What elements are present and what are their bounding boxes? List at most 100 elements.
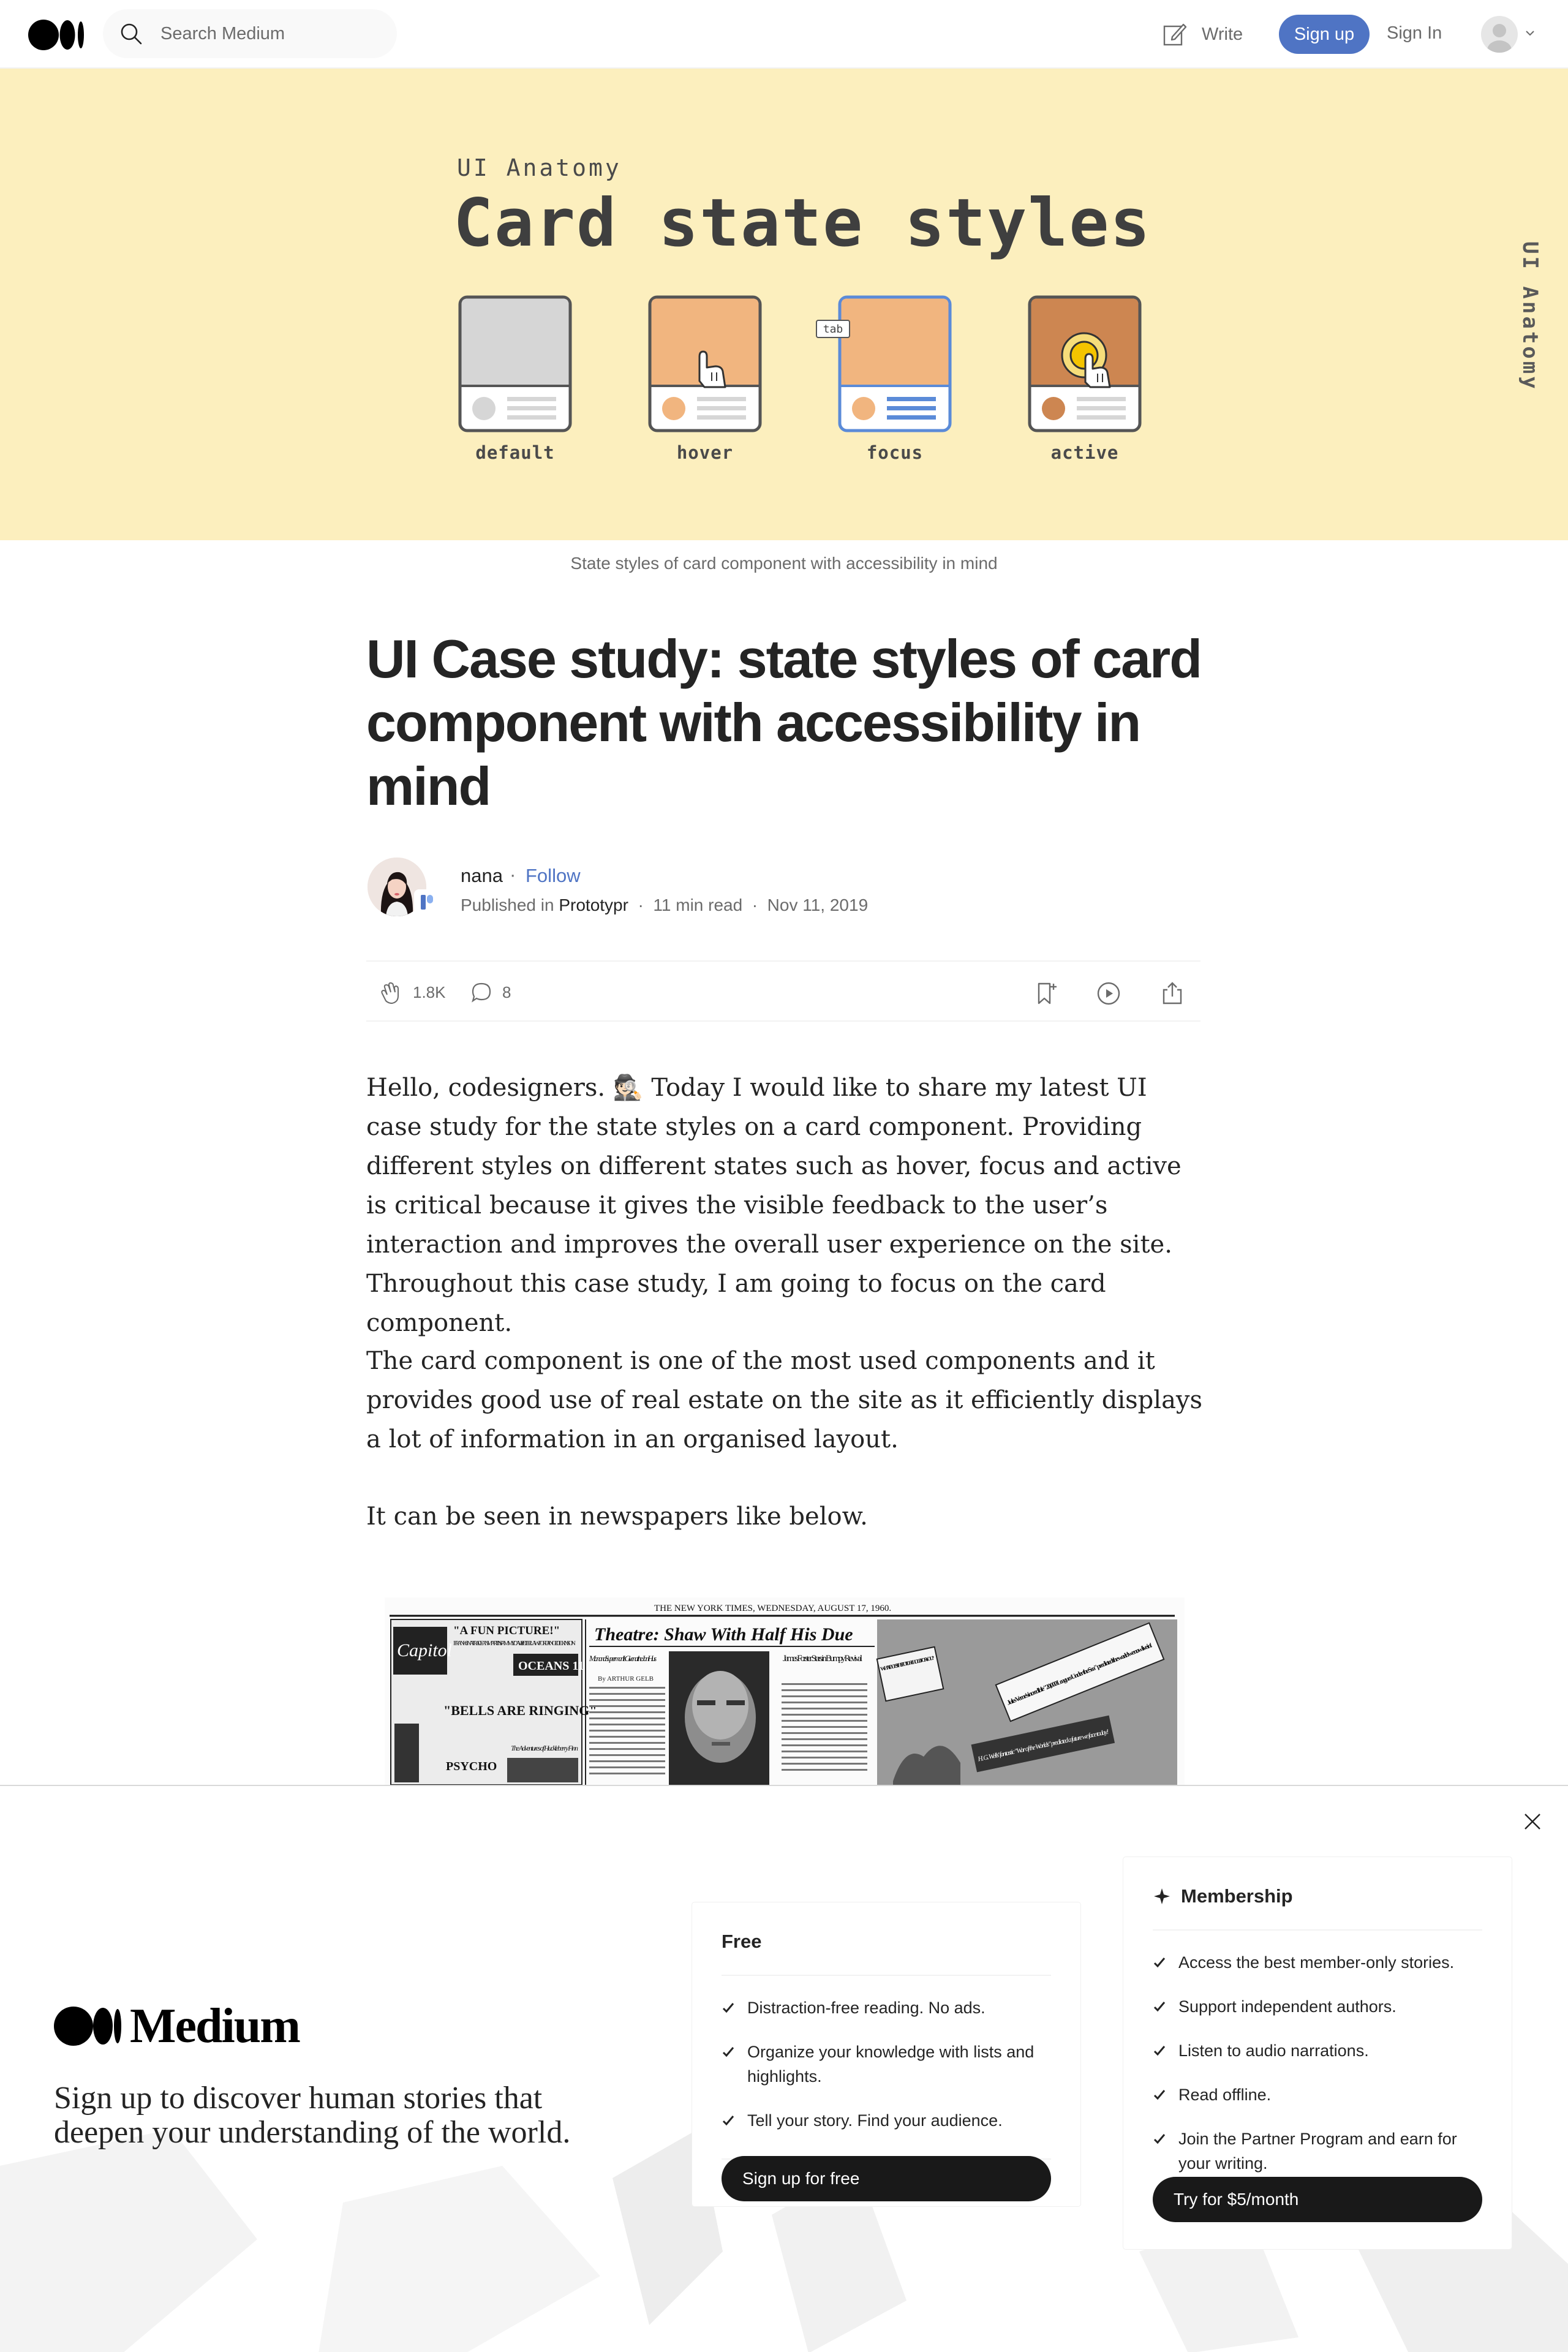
hero-side-text: UI Anatomy	[1518, 241, 1542, 391]
close-icon[interactable]	[1521, 1811, 1544, 1833]
card-state-default: default	[458, 295, 572, 463]
clap-button[interactable]: 1.8K	[377, 978, 446, 1007]
newspaper-masthead: THE NEW YORK TIMES, WEDNESDAY, AUGUST 17…	[654, 1604, 891, 1613]
plan-feature-text: Join the Partner Program and earn for yo…	[1178, 2130, 1457, 2173]
sparkle-icon	[1154, 1888, 1170, 1904]
responses-button[interactable]: 8	[469, 978, 511, 1007]
read-time: 11 min read	[653, 895, 743, 914]
article-meta: Published in Prototypr · 11 min read · N…	[461, 895, 868, 915]
signup-free-button[interactable]: Sign up for free	[722, 2156, 1051, 2201]
newspaper-ad-names: FRANK SINATRA · DEAN MARTIN · SAMMY DAVI…	[453, 1640, 576, 1647]
newspaper-huck: The Adventures of Huckleberry Finn	[511, 1744, 578, 1752]
check-icon	[722, 2040, 735, 2064]
card-state-hover: hover	[648, 295, 762, 463]
check-icon	[722, 1996, 735, 2020]
write-link[interactable]: Write	[1161, 18, 1243, 50]
top-navigation: Write Sign up Sign In	[0, 0, 1568, 69]
newspaper-scan: THE NEW YORK TIMES, WEDNESDAY, AUGUST 17…	[385, 1597, 1185, 1787]
bookmark-add-icon[interactable]	[1033, 979, 1060, 1008]
card-default-illustration	[458, 295, 572, 432]
newspaper-byline: By ARTHUR GELB	[598, 1675, 654, 1683]
plan-feature-text: Support independent authors.	[1178, 1997, 1396, 2016]
membership-plan-title-text: Membership	[1181, 1885, 1293, 1907]
plan-feature: Distraction-free reading. No ads.	[722, 1996, 1052, 2020]
card-state-label: focus	[866, 442, 924, 463]
plan-feature: Support independent authors.	[1153, 1994, 1483, 2019]
share-icon[interactable]	[1159, 979, 1186, 1008]
newspaper-subhead: 'Man and Superman' Is Given at the Jan H…	[589, 1654, 657, 1663]
plan-feature: Organize your knowledge with lists and h…	[722, 2040, 1052, 2089]
user-avatar[interactable]	[1481, 16, 1518, 53]
card-hover-illustration	[648, 295, 762, 432]
clap-count: 1.8K	[413, 982, 446, 1001]
newspaper-ad-title: "A FUN PICTURE!"	[453, 1624, 560, 1637]
write-label: Write	[1202, 24, 1243, 44]
plan-feature: Tell your story. Find your audience.	[722, 2108, 1052, 2133]
check-icon	[722, 2108, 735, 2133]
follow-link[interactable]: Follow	[526, 865, 581, 887]
article-title: UI Case study: state styles of card comp…	[366, 628, 1202, 816]
hero-image: UI Anatomy Card state styles UI Anatomy …	[0, 69, 1568, 540]
card-focus-illustration	[838, 295, 952, 432]
plan-feature-text: Read offline.	[1178, 2086, 1272, 2104]
publication-badge[interactable]	[414, 889, 440, 915]
article-paragraph: It can be seen in newspapers like below.	[366, 1502, 868, 1531]
medium-logo-icon[interactable]	[28, 20, 85, 50]
check-icon	[1153, 2082, 1166, 2107]
svg-text:Capitol: Capitol	[397, 1640, 452, 1660]
newspaper-psycho: PSYCHO	[446, 1760, 497, 1773]
newspaper-ad-film: OCEANS 11	[518, 1659, 584, 1673]
plan-feature-text: Listen to audio narrations.	[1178, 2041, 1369, 2060]
separator-dot: ·	[747, 895, 763, 914]
tab-key-label: tab	[823, 322, 843, 336]
signup-button[interactable]: Sign up	[1279, 15, 1370, 54]
check-icon	[1153, 1950, 1166, 1975]
publish-date: Nov 11, 2019	[767, 895, 869, 914]
check-icon	[1153, 2127, 1166, 2151]
free-plan-title-text: Free	[722, 1931, 762, 1952]
clap-icon	[381, 982, 399, 1005]
free-plan-card: Free Distraction-free reading. No ads. O…	[692, 1902, 1080, 2206]
medium-logo-icon	[54, 2007, 121, 2046]
hero-kicker: UI Anatomy	[457, 154, 622, 181]
check-icon	[1153, 1994, 1166, 2019]
card-state-label: default	[475, 442, 555, 463]
publication-link[interactable]: Prototypr	[559, 895, 628, 914]
listen-play-icon[interactable]	[1095, 979, 1122, 1008]
plan-feature-text: Access the best member-only stories.	[1178, 1953, 1455, 1972]
medium-brand: Medium	[54, 1999, 301, 2053]
prototypr-logo-icon	[421, 895, 433, 910]
chevron-down-icon[interactable]	[1524, 27, 1536, 39]
separator-dot: ·	[510, 864, 516, 885]
plan-feature: Join the Partner Program and earn for yo…	[1153, 2127, 1483, 2176]
card-state-label: active	[1050, 442, 1119, 463]
divider	[1153, 1929, 1482, 1931]
signin-link[interactable]: Sign In	[1387, 23, 1442, 43]
medium-wordmark: Medium	[130, 1999, 301, 2053]
signup-overlay: Medium Sign up to discover human stories…	[0, 1785, 1568, 2352]
article-action-bar: 1.8K 8	[366, 960, 1200, 1022]
check-icon	[1153, 2038, 1166, 2063]
user-placeholder-icon	[1487, 24, 1512, 53]
membership-plan-card: Membership Access the best member-only s…	[1123, 1857, 1512, 2249]
image-caption: State styles of card component with acce…	[570, 554, 998, 573]
newspaper-image: THE NEW YORK TIMES, WEDNESDAY, AUGUST 17…	[385, 1597, 1185, 1787]
author-name[interactable]: nana	[461, 865, 503, 887]
search-box[interactable]	[103, 9, 397, 58]
plan-feature-text: Organize your knowledge with lists and h…	[747, 2043, 1035, 2086]
divider	[722, 1975, 1051, 1976]
plan-feature-text: Tell your story. Find your audience.	[747, 2111, 1003, 2130]
separator-dot: ·	[633, 895, 649, 914]
plan-feature: Read offline.	[1153, 2082, 1483, 2107]
search-input[interactable]	[160, 19, 381, 48]
membership-try-button[interactable]: Try for $5/month	[1153, 2177, 1482, 2222]
search-icon	[121, 23, 142, 45]
write-icon	[1163, 23, 1187, 46]
newspaper-headline: Theatre: Shaw With Half His Due	[594, 1624, 853, 1645]
card-active-illustration	[1028, 295, 1142, 432]
comment-icon	[472, 982, 491, 1003]
hero-title: Card state styles	[453, 185, 1152, 262]
signup-pitch: Sign up to discover human stories that d…	[54, 2081, 571, 2150]
plan-feature-text: Distraction-free reading. No ads.	[747, 1999, 986, 2017]
free-plan-title: Free	[722, 1931, 761, 1953]
